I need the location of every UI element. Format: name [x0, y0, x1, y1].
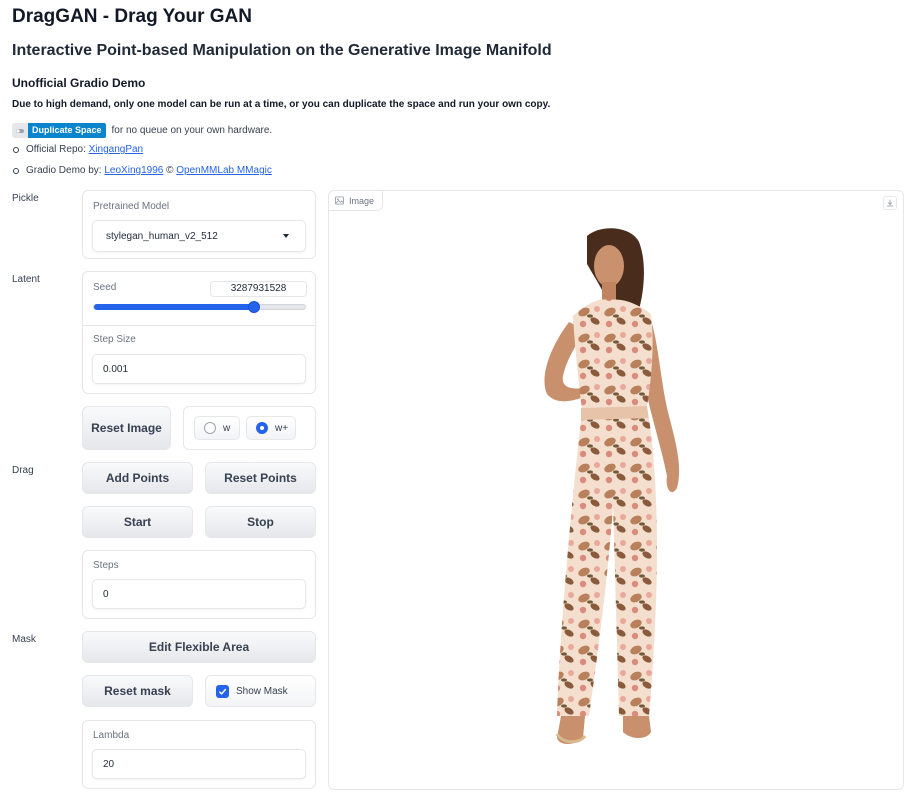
author-link[interactable]: LeoXing1996 [104, 165, 163, 176]
duplicate-row: Duplicate Space for no queue on your own… [12, 123, 272, 138]
image-icon [335, 196, 344, 205]
duplicate-space-button[interactable]: Duplicate Space [28, 123, 106, 138]
step-size-label: Step Size [93, 334, 136, 345]
download-icon[interactable] [883, 196, 897, 210]
seed-slider-thumb[interactable] [248, 301, 261, 313]
latent-space-radio-group: w w+ [183, 406, 316, 450]
reset-image-button[interactable]: Reset Image [82, 406, 171, 450]
seed-slider-fill [94, 304, 255, 310]
notice-text: Due to high demand, only one model can b… [12, 99, 551, 110]
radio-w-circle [204, 422, 216, 434]
image-tab-label: Image [349, 195, 375, 206]
model-label: Pretrained Model [93, 201, 170, 212]
org-link[interactable]: OpenMMLab MMagic [176, 165, 272, 176]
radio-w[interactable]: w [194, 416, 240, 440]
copyright-sign: © [166, 165, 174, 176]
step-size-input[interactable]: 0.001 [92, 354, 306, 384]
show-mask-checkbox[interactable]: Show Mask [205, 675, 316, 707]
chevron-down-icon [283, 234, 289, 238]
demo-heading: Unofficial Gradio Demo [12, 76, 146, 90]
radio-wplus[interactable]: w+ [246, 416, 296, 440]
lambda-label: Lambda [93, 730, 130, 741]
duplicate-text: for no queue on your own hardware. [111, 125, 273, 136]
seed-input[interactable]: 3287931528 [210, 281, 307, 297]
radio-wplus-label: w+ [275, 422, 289, 434]
lambda-input[interactable]: 20 [92, 749, 306, 779]
repo-prefix: Official Repo: [26, 144, 86, 155]
start-button[interactable]: Start [82, 506, 193, 538]
drag-label: Drag [12, 465, 34, 476]
page-subtitle: Interactive Point-based Manipulation on … [12, 42, 552, 59]
generated-human-figure [544, 228, 680, 744]
stop-button[interactable]: Stop [205, 506, 316, 538]
model-select-value: stylegan_human_v2_512 [106, 230, 218, 242]
seed-label: Seed [93, 282, 117, 293]
image-panel[interactable]: Image [328, 190, 904, 790]
edit-flexible-area-button[interactable]: Edit Flexible Area [82, 631, 316, 663]
credits-list: Official Repo: XingangPan Gradio Demo by… [12, 142, 272, 184]
repo-link[interactable]: XingangPan [89, 144, 144, 155]
radio-w-label: w [223, 422, 231, 434]
add-points-button[interactable]: Add Points [82, 462, 193, 494]
image-tab: Image [329, 191, 384, 211]
mask-label: Mask [12, 634, 36, 645]
demo-prefix: Gradio Demo by: [26, 165, 102, 176]
latent-label: Latent [12, 274, 40, 285]
checkmark-icon [216, 684, 229, 698]
pickle-label: Pickle [12, 193, 39, 204]
duplicate-icon[interactable] [12, 123, 28, 138]
steps-input[interactable]: 0 [92, 579, 306, 609]
steps-panel: Steps 0 [82, 550, 316, 619]
reset-points-button[interactable]: Reset Points [205, 462, 316, 494]
show-mask-label: Show Mask [236, 685, 288, 697]
reset-mask-button[interactable]: Reset mask [82, 675, 193, 707]
lambda-panel: Lambda 20 [82, 720, 316, 789]
seed-slider[interactable] [93, 301, 306, 313]
list-item: Official Repo: XingangPan [12, 142, 272, 163]
latent-panel: Seed 3287931528 Step Size 0.001 [82, 271, 316, 394]
page-title: DragGAN - Drag Your GAN [12, 6, 252, 27]
list-item: Gradio Demo by: LeoXing1996 © OpenMMLab … [12, 163, 272, 184]
model-select[interactable]: stylegan_human_v2_512 [92, 220, 306, 252]
radio-wplus-circle [256, 422, 268, 434]
divider [83, 325, 315, 326]
steps-label: Steps [93, 560, 119, 571]
model-panel: Pretrained Model stylegan_human_v2_512 [82, 190, 316, 259]
